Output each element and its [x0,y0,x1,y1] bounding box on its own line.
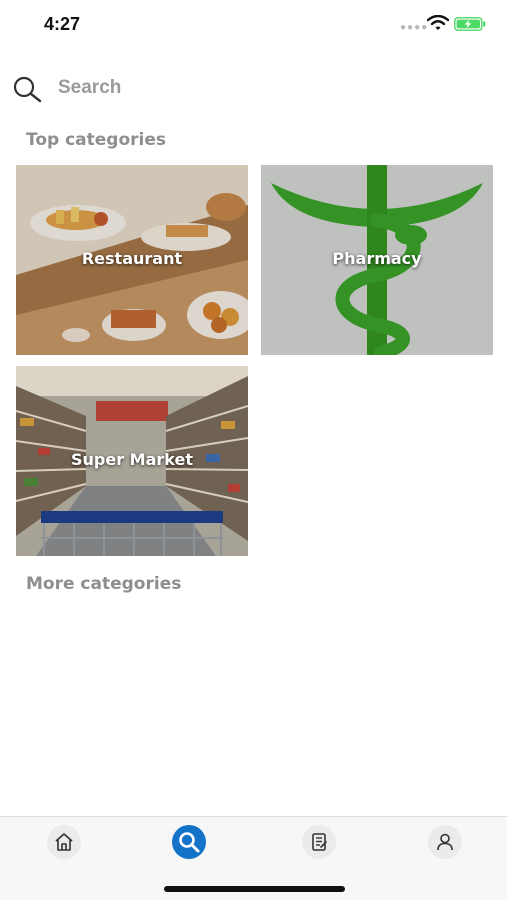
search-icon [179,832,200,853]
search-bar [0,68,507,108]
more-categories-heading: More categories [26,574,182,594]
category-tile-restaurant[interactable]: Restaurant [16,165,248,355]
battery-charging-icon [454,17,486,31]
category-tile-pharmacy[interactable]: Pharmacy [261,165,493,355]
category-tile-super-market[interactable]: Super Market [16,366,248,556]
home-indicator [164,886,345,892]
category-label-pharmacy: Pharmacy [332,249,422,268]
status-bar: 4:27 ●●●● [0,0,507,50]
nav-home-button[interactable] [47,825,81,859]
wifi-icon [427,15,449,30]
category-label-super-market: Super Market [71,450,193,469]
nav-orders-button[interactable] [302,825,336,859]
nav-profile-button[interactable] [428,825,462,859]
status-time: 4:27 [44,14,81,34]
category-label-restaurant: Restaurant [81,249,183,268]
nav-search-button[interactable] [172,825,206,859]
home-icon [55,833,73,851]
search-input[interactable] [58,72,478,104]
search-icon[interactable] [12,75,44,103]
receipt-icon [312,833,327,851]
user-icon [437,833,453,851]
top-categories-heading: Top categories [26,130,167,150]
signal-icon: ●●●● [400,22,429,33]
